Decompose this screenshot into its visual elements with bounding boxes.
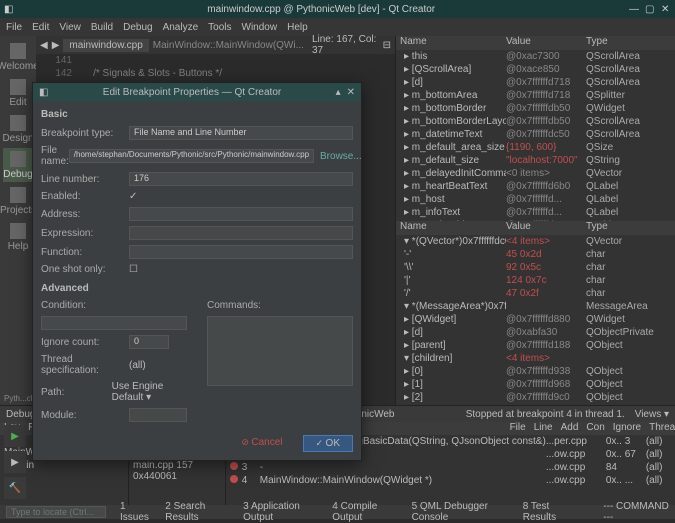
editor-path: MainWindow::MainWindow(QWi... (153, 40, 304, 51)
status-tests[interactable]: 8 Test Results (523, 501, 576, 523)
debug-status: Stopped at breakpoint 4 in thread 1. (466, 409, 625, 420)
sidebar-welcome[interactable]: Welcome (3, 40, 33, 74)
sidebar-help[interactable]: Help (3, 220, 33, 254)
dialog-icon: ◧ (39, 87, 48, 98)
menu-help[interactable]: Help (287, 22, 308, 33)
menu-view[interactable]: View (59, 22, 81, 33)
oneshot-checkbox[interactable]: ☐ (129, 264, 138, 275)
editor-tab[interactable]: mainwindow.cpp (63, 39, 148, 52)
enabled-checkbox[interactable]: ✓ (129, 191, 137, 202)
minimize-icon[interactable]: — (629, 4, 639, 14)
basic-section: Basic (41, 109, 353, 120)
locals-list[interactable]: ▸ this@0xac7300QScrollArea ▸ [QScrollAre… (396, 50, 675, 221)
menu-analyze[interactable]: Analyze (163, 22, 199, 33)
sidebar-design[interactable]: Design (3, 112, 33, 146)
filename-input[interactable]: /home/stephan/Documents/Pythonic/src/Pyt… (69, 149, 314, 163)
titlebar: ◧ mainwindow.cpp @ PythonicWeb [dev] - Q… (0, 0, 675, 18)
nav-fwd-icon[interactable]: ▶ (52, 40, 60, 51)
app-icon: ◧ (4, 4, 13, 15)
sidebar-projects[interactable]: Projects (3, 184, 33, 218)
condition-input[interactable] (41, 316, 187, 330)
run-debug-button[interactable]: ▶ (4, 451, 26, 473)
breakpoint-dialog: ◧ Edit Breakpoint Properties — Qt Creato… (32, 82, 362, 461)
statusbar: Pyth...clWeb 1 Issues 2 Search Results 3… (0, 505, 675, 519)
commands-input[interactable] (207, 316, 353, 386)
address-input[interactable] (129, 207, 353, 221)
titlebar-text: mainwindow.cpp @ PythonicWeb [dev] - Qt … (13, 4, 629, 15)
status-issues[interactable]: 1 Issues (120, 501, 151, 523)
expressions-header: NameValueType (396, 221, 675, 235)
function-input[interactable] (129, 245, 353, 259)
linenum-input[interactable]: 176 (129, 172, 353, 186)
build-button[interactable]: 🔨 (4, 477, 26, 499)
editor-tabbar: ◀ ▶ mainwindow.cpp MainWindow::MainWindo… (36, 36, 395, 54)
menu-tools[interactable]: Tools (208, 22, 231, 33)
nav-back-icon[interactable]: ◀ (40, 40, 48, 51)
cancel-button[interactable]: ⊘ Cancel (229, 435, 294, 452)
dialog-min-icon[interactable]: ▴ (336, 87, 341, 98)
status-search[interactable]: 2 Search Results (165, 501, 229, 523)
menu-edit[interactable]: Edit (32, 22, 49, 33)
status-cmd: --- COMMAND --- (603, 501, 669, 523)
expression-input[interactable] (129, 226, 353, 240)
dialog-close-icon[interactable]: ✕ (347, 87, 355, 98)
advanced-section: Advanced (41, 283, 353, 294)
status-qml[interactable]: 5 QML Debugger Console (412, 501, 509, 523)
menu-debug[interactable]: Debug (123, 22, 152, 33)
bptype-select[interactable]: File Name and Line Number (129, 126, 353, 140)
dialog-title: Edit Breakpoint Properties — Qt Creator (48, 87, 335, 98)
menu-build[interactable]: Build (91, 22, 113, 33)
split-icon[interactable]: ⊟ (383, 40, 391, 51)
threadspec-value: (all) (129, 360, 146, 371)
expressions-list[interactable]: ▾ *(QVector*)0x7ffffffdc00<4 items>QVect… (396, 235, 675, 406)
sidebar: Welcome Edit Design Debug Projects Help (0, 36, 36, 405)
module-input[interactable] (129, 408, 187, 422)
browse-button[interactable]: Browse... (320, 151, 362, 162)
status-compile[interactable]: 4 Compile Output (332, 501, 397, 523)
locator-input[interactable] (6, 506, 106, 518)
run-button[interactable]: ▶ (4, 425, 26, 447)
ok-button[interactable]: ✓ OK (303, 435, 354, 452)
menu-file[interactable]: File (6, 22, 22, 33)
status-appout[interactable]: 3 Application Output (243, 501, 318, 523)
sidebar-debug[interactable]: Debug (3, 148, 33, 182)
ignorecount-input[interactable]: 0 (129, 335, 169, 349)
line-col-info: Line: 167, Col: 37 (312, 34, 379, 56)
locals-pane: NameValueType ▸ this@0xac7300QScrollArea… (395, 36, 675, 405)
close-icon[interactable]: ✕ (661, 4, 671, 14)
menu-window[interactable]: Window (242, 22, 278, 33)
views-dropdown[interactable]: Views ▾ (635, 409, 669, 420)
maximize-icon[interactable]: ▢ (645, 4, 655, 14)
locals-header: NameValueType (396, 36, 675, 50)
sidebar-edit[interactable]: Edit (3, 76, 33, 110)
path-select[interactable]: Use Engine Default ▾ (112, 381, 187, 403)
